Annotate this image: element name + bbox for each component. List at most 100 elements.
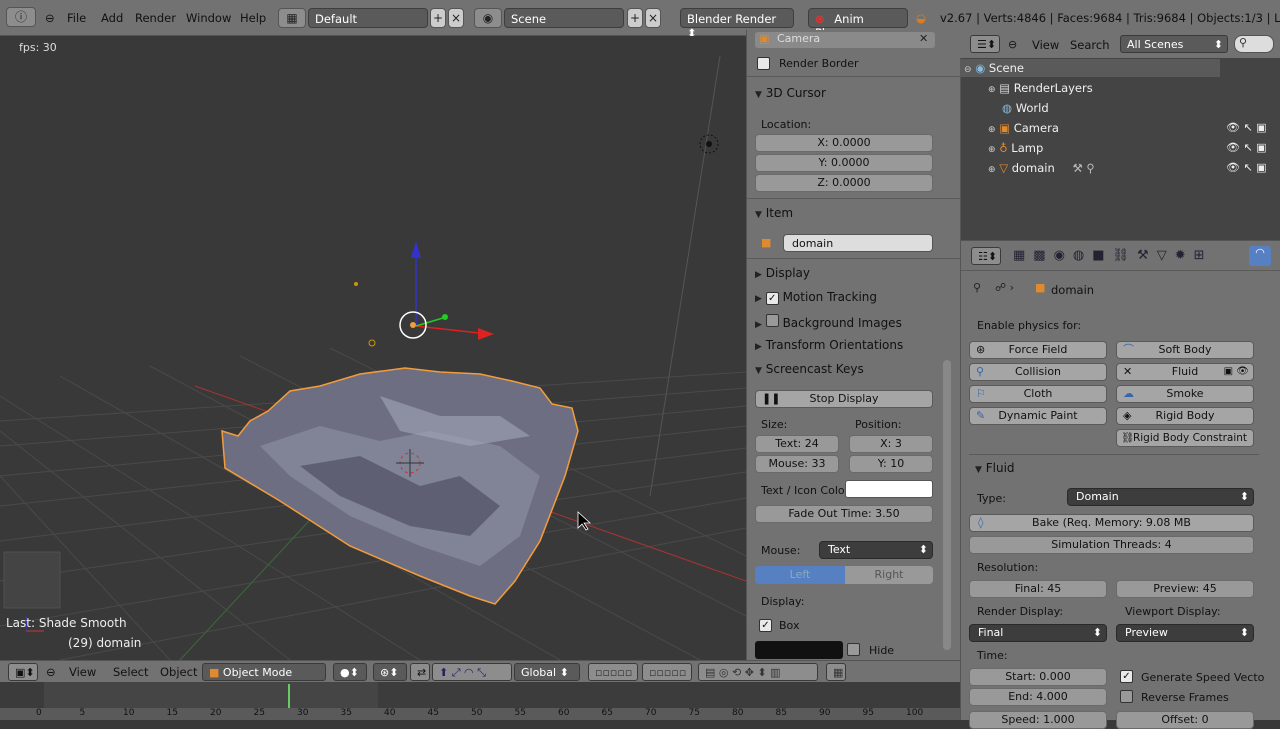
reverse-frames-checkbox[interactable] xyxy=(1120,690,1133,703)
editor-type-icon[interactable]: ▣⬍ xyxy=(8,663,38,681)
info-editor-icon[interactable]: ⓘ xyxy=(6,7,36,27)
render-display-select[interactable]: Final ⬍ xyxy=(969,624,1107,642)
fluid-button[interactable]: ✕ Fluid ▣ 👁 xyxy=(1116,363,1254,381)
fluid-type-select[interactable]: Domain ⬍ xyxy=(1067,488,1254,506)
menu-file[interactable]: File xyxy=(67,11,86,25)
hide-checkbox[interactable] xyxy=(847,643,860,656)
layout-icon[interactable]: ▦ xyxy=(278,8,306,28)
collapse-icon[interactable]: ⊖ xyxy=(45,11,55,25)
scene-icon[interactable]: ◉ xyxy=(474,8,502,28)
start-time-field[interactable]: Start: 0.000 xyxy=(969,668,1107,686)
manipulator-icon[interactable]: ⇄ xyxy=(410,663,430,681)
menu-add[interactable]: Add xyxy=(101,11,123,25)
menu-render[interactable]: Render xyxy=(135,11,176,25)
clear-camera-icon[interactable]: ✕ xyxy=(919,32,928,45)
cloth-button[interactable]: ⚐ Cloth xyxy=(969,385,1107,403)
physics-tab-icon[interactable]: ◠ xyxy=(1249,246,1271,266)
orientation-select[interactable]: Global ⬍ xyxy=(514,663,580,681)
render-engine-select[interactable]: Blender Render ⬍ xyxy=(680,8,794,40)
add-scene-icon[interactable]: + xyxy=(627,8,643,28)
pivot-select[interactable]: ⊛⬍ xyxy=(373,663,407,681)
soft-body-button[interactable]: ⌒ Soft Body xyxy=(1116,341,1254,359)
bake-button[interactable]: ◊ Bake (Req. Memory: 9.08 MB xyxy=(969,514,1254,532)
outliner-item-scene[interactable]: ⊖ ◉ Scene xyxy=(964,61,1024,75)
screencast-keys-header[interactable]: ▼ Screencast Keys xyxy=(755,362,864,376)
dynamic-paint-button[interactable]: ✎ Dynamic Paint xyxy=(969,407,1107,425)
menu-select[interactable]: Select xyxy=(113,665,148,679)
render-icon[interactable]: ▦ xyxy=(826,663,846,681)
text-size-field[interactable]: Text: 24 xyxy=(755,435,839,453)
mouse-mode-select[interactable]: Text ⬍ xyxy=(819,541,933,559)
outliner-item-domain[interactable]: ⊕ ▽ domain ⚒ ⚲ xyxy=(988,161,1095,175)
shading-select[interactable]: ●⬍ xyxy=(333,663,367,681)
menu-help[interactable]: Help xyxy=(240,11,266,25)
visibility-icons[interactable]: 👁 ↖ ▣ xyxy=(1226,121,1267,134)
right-button-toggle[interactable]: Right xyxy=(845,566,933,584)
force-field-button[interactable]: ⊛ Force Field xyxy=(969,341,1107,359)
viewport-display-select[interactable]: Preview ⬍ xyxy=(1116,624,1254,642)
outliner-search-menu[interactable]: Search xyxy=(1070,38,1110,52)
visibility-icons[interactable]: 👁 ↖ ▣ xyxy=(1226,161,1267,174)
box-color-swatch[interactable] xyxy=(755,641,843,659)
generate-speed-checkbox[interactable]: ✓ xyxy=(1120,670,1133,683)
anim-player-button[interactable]: ⊗ Anim Player xyxy=(808,8,908,40)
outliner-item-camera[interactable]: ⊕ ▣ Camera xyxy=(988,121,1059,135)
background-images-header[interactable]: ▶ Background Images xyxy=(755,314,902,330)
snap-tools[interactable]: ▤ ◎ ⟲ ✥ ⬍ ▥ xyxy=(698,663,818,681)
final-resolution-field[interactable]: Final: 45 xyxy=(969,580,1107,598)
menu-object[interactable]: Object xyxy=(160,665,197,679)
speed-field[interactable]: Speed: 1.000 xyxy=(969,711,1107,729)
transform-orientations-header[interactable]: ▶ Transform Orientations xyxy=(755,338,903,352)
render-border-checkbox[interactable] xyxy=(757,57,770,70)
camera-field[interactable]: ▣ Camera xyxy=(755,32,935,48)
rigid-body-constraint-button[interactable]: ⛓ Rigid Body Constraint xyxy=(1116,429,1254,447)
simulation-threads-field[interactable]: Simulation Threads: 4 xyxy=(969,536,1254,554)
outliner-search-field[interactable]: ⚲ xyxy=(1234,35,1274,53)
collision-button[interactable]: ⚲ Collision xyxy=(969,363,1107,381)
rigid-body-button[interactable]: ◈ Rigid Body xyxy=(1116,407,1254,425)
timeline[interactable]: 0 5 10 15 20 25 30 35 40 45 50 55 60 65 70 75 80 85 90 95 10… xyxy=(0,682,960,720)
collapse-icon[interactable]: ⊖ xyxy=(1008,38,1017,51)
outliner-item-world[interactable]: ◍ World xyxy=(1002,101,1049,115)
menu-view[interactable]: View xyxy=(69,665,96,679)
display-mode-select[interactable]: All Scenes ⬍ xyxy=(1120,35,1228,53)
outliner-item-renderlayers[interactable]: ⊕ ▤ RenderLayers xyxy=(988,81,1093,95)
position-y-field[interactable]: Y: 10 xyxy=(849,455,933,473)
remove-layout-icon[interactable]: × xyxy=(448,8,464,28)
smoke-button[interactable]: ☁ Smoke xyxy=(1116,385,1254,403)
motion-tracking-header[interactable]: ▶ ✓ Motion Tracking xyxy=(755,290,877,305)
visibility-icons[interactable]: 👁 ↖ ▣ xyxy=(1226,141,1267,154)
remove-scene-icon[interactable]: × xyxy=(645,8,661,28)
preview-resolution-field[interactable]: Preview: 45 xyxy=(1116,580,1254,598)
text-color-swatch[interactable] xyxy=(845,480,933,498)
mouse-size-field[interactable]: Mouse: 33 xyxy=(755,455,839,473)
properties-context-tabs[interactable]: ▦▩◉◍■⛓⚒▽✹⊞ xyxy=(1013,248,1212,263)
display-panel-header[interactable]: ▶ Display xyxy=(755,266,810,280)
mode-select[interactable]: ■ Object Mode xyxy=(202,663,326,681)
offset-field[interactable]: Offset: 0 xyxy=(1116,711,1254,729)
stop-display-button[interactable]: ❚❚ Stop Display xyxy=(755,390,933,408)
cursor-z-field[interactable]: Z: 0.0000 xyxy=(755,174,933,192)
outliner-editor-icon[interactable]: ☰⬍ xyxy=(970,35,1000,53)
collapse-icon[interactable]: ⊖ xyxy=(46,665,56,679)
cursor-panel-header[interactable]: ▼ 3D Cursor xyxy=(755,86,826,100)
properties-editor-icon[interactable]: ☷⬍ xyxy=(971,247,1001,265)
outliner-view-menu[interactable]: View xyxy=(1032,38,1059,52)
scrollbar[interactable] xyxy=(943,360,951,650)
scene-field[interactable]: Scene xyxy=(504,8,624,28)
pin-icon[interactable]: ⚲ xyxy=(973,281,981,294)
cursor-y-field[interactable]: Y: 0.0000 xyxy=(755,154,933,172)
fade-out-field[interactable]: Fade Out Time: 3.50 xyxy=(755,505,933,523)
layers-grid-1[interactable]: ▫▫▫▫▫ xyxy=(588,663,638,681)
item-name-field[interactable]: domain xyxy=(783,234,933,252)
end-time-field[interactable]: End: 4.000 xyxy=(969,688,1107,706)
left-button-toggle[interactable]: Left xyxy=(755,566,845,584)
3d-viewport[interactable]: fps: 30 Last: Shade Smooth (29) domain xyxy=(0,36,746,660)
transform-manipulators[interactable]: ⬆ ⤢ ◠ ⤡ xyxy=(432,663,512,681)
fluid-panel-header[interactable]: ▼ Fluid xyxy=(975,461,1015,475)
position-x-field[interactable]: X: 3 xyxy=(849,435,933,453)
cursor-x-field[interactable]: X: 0.0000 xyxy=(755,134,933,152)
box-checkbox[interactable]: ✓ xyxy=(759,619,772,632)
outliner-item-lamp[interactable]: ⊕ ♁ Lamp xyxy=(988,141,1043,155)
menu-window[interactable]: Window xyxy=(186,11,231,25)
